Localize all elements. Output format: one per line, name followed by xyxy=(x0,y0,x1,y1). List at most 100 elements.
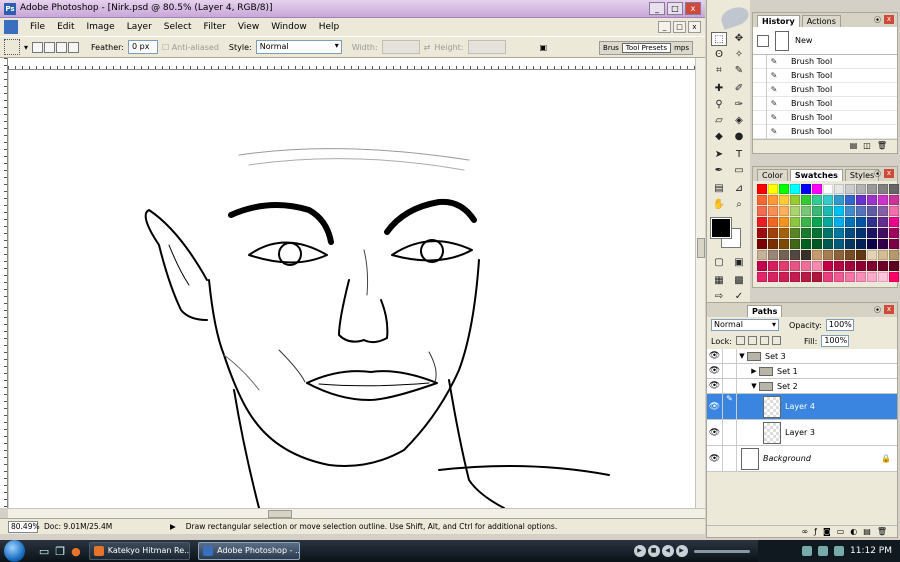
swatch[interactable] xyxy=(801,228,811,238)
swatch[interactable] xyxy=(867,272,877,282)
volume-icon[interactable] xyxy=(818,546,828,556)
lock-position-icon[interactable] xyxy=(759,335,769,345)
swatch[interactable] xyxy=(812,272,822,282)
swatch[interactable] xyxy=(823,261,833,271)
swatch[interactable] xyxy=(845,217,855,227)
layer-set-row[interactable]: 👁 ▼ Set 3 xyxy=(707,349,897,364)
swatch[interactable] xyxy=(779,272,789,282)
snapshot-source-icon[interactable] xyxy=(757,34,769,47)
swatch[interactable] xyxy=(779,206,789,216)
swatch[interactable] xyxy=(856,228,866,238)
crop-tool-icon[interactable]: ⌗ xyxy=(711,64,727,78)
swatch[interactable] xyxy=(790,272,800,282)
anti-aliased-checkbox[interactable]: ☐ Anti-aliased xyxy=(162,43,219,52)
link-layers-icon[interactable]: ∞ xyxy=(801,526,808,537)
width-input[interactable] xyxy=(381,40,420,54)
history-row[interactable]: ✎ Brush Tool xyxy=(753,54,897,69)
swatch[interactable] xyxy=(834,217,844,227)
swatch[interactable] xyxy=(856,250,866,260)
swatch[interactable] xyxy=(779,228,789,238)
history-snapshot[interactable]: New xyxy=(753,27,897,55)
style-select[interactable]: Normal xyxy=(255,40,342,54)
panel-close-icon[interactable]: x xyxy=(884,305,894,314)
switch-windows-icon[interactable]: ❐ xyxy=(55,545,65,558)
swatch[interactable] xyxy=(823,250,833,260)
new-set-icon[interactable]: ▭ xyxy=(837,526,845,537)
swatch[interactable] xyxy=(889,206,899,216)
history-source-checkbox[interactable] xyxy=(753,110,767,125)
swatch[interactable] xyxy=(878,261,888,271)
swatch[interactable] xyxy=(779,184,789,194)
paint-bucket-tool-icon[interactable]: ◈ xyxy=(731,114,747,128)
swatch[interactable] xyxy=(801,239,811,249)
swatch[interactable] xyxy=(823,228,833,238)
swatch[interactable] xyxy=(790,206,800,216)
swatch[interactable] xyxy=(812,206,822,216)
swatch[interactable] xyxy=(779,195,789,205)
security-icon[interactable] xyxy=(834,546,844,556)
visibility-eye-icon[interactable]: 👁 xyxy=(707,420,723,445)
swatch[interactable] xyxy=(845,272,855,282)
swatch[interactable] xyxy=(878,239,888,249)
swatch[interactable] xyxy=(790,239,800,249)
feather-input[interactable]: 0 px xyxy=(127,40,158,54)
new-selection-button[interactable] xyxy=(32,41,44,53)
swatch[interactable] xyxy=(889,228,899,238)
height-input[interactable] xyxy=(467,40,506,54)
menu-layer[interactable]: Layer xyxy=(121,22,158,32)
layer-link-cell[interactable] xyxy=(723,349,737,363)
swatch[interactable] xyxy=(757,206,767,216)
layer-link-cell[interactable] xyxy=(723,446,737,471)
swatch[interactable] xyxy=(790,195,800,205)
subtract-selection-button[interactable] xyxy=(56,41,68,53)
delete-state-icon[interactable]: 🗑 xyxy=(877,140,887,151)
swatch[interactable] xyxy=(856,184,866,194)
swatch[interactable] xyxy=(768,206,778,216)
swatch[interactable] xyxy=(889,272,899,282)
play-icon[interactable]: ▶ xyxy=(633,545,646,557)
swatch[interactable] xyxy=(768,272,778,282)
swatch[interactable] xyxy=(757,239,767,249)
lock-transparency-icon[interactable] xyxy=(735,335,745,345)
layer-link-cell[interactable] xyxy=(723,379,737,393)
swatch[interactable] xyxy=(790,228,800,238)
panel-menu-icon[interactable]: ⦿ xyxy=(874,305,881,315)
history-row[interactable]: ✎ Brush Tool xyxy=(753,110,897,125)
swatch[interactable] xyxy=(757,250,767,260)
swatch[interactable] xyxy=(845,228,855,238)
swatch[interactable] xyxy=(845,184,855,194)
swatch[interactable] xyxy=(812,239,822,249)
start-button[interactable] xyxy=(4,540,25,562)
collapse-triangle-icon[interactable]: ▼ xyxy=(737,352,747,360)
swatch[interactable] xyxy=(801,261,811,271)
swatch[interactable] xyxy=(856,272,866,282)
swatch[interactable] xyxy=(801,206,811,216)
path-selection-tool-icon[interactable]: ➤ xyxy=(711,148,727,162)
swatch[interactable] xyxy=(812,228,822,238)
swatch[interactable] xyxy=(867,250,877,260)
swatch[interactable] xyxy=(878,217,888,227)
standard-mode-icon[interactable]: ▢ xyxy=(711,256,727,270)
swatch[interactable] xyxy=(768,228,778,238)
swatch[interactable] xyxy=(768,184,778,194)
lock-pixels-icon[interactable] xyxy=(747,335,757,345)
move-tool-icon[interactable]: ✥ xyxy=(731,32,747,46)
notes-tool-icon[interactable]: ▤ xyxy=(711,182,727,196)
visibility-eye-icon[interactable]: 👁 xyxy=(707,349,723,363)
stop-icon[interactable]: ■ xyxy=(647,545,660,557)
swatch[interactable] xyxy=(790,261,800,271)
swatch[interactable] xyxy=(889,250,899,260)
swatch[interactable] xyxy=(845,250,855,260)
swatch[interactable] xyxy=(834,206,844,216)
swatch[interactable] xyxy=(878,206,888,216)
menu-filter[interactable]: Filter xyxy=(198,22,232,32)
swatch[interactable] xyxy=(867,206,877,216)
swatch[interactable] xyxy=(834,239,844,249)
swatch[interactable] xyxy=(856,239,866,249)
doc-restore-button[interactable]: □ xyxy=(673,21,686,33)
screen-mode-full-icon[interactable]: ▩ xyxy=(731,274,747,288)
swatch[interactable] xyxy=(845,239,855,249)
swatch[interactable] xyxy=(823,184,833,194)
layer-link-cell[interactable] xyxy=(723,420,737,445)
swatch[interactable] xyxy=(812,217,822,227)
